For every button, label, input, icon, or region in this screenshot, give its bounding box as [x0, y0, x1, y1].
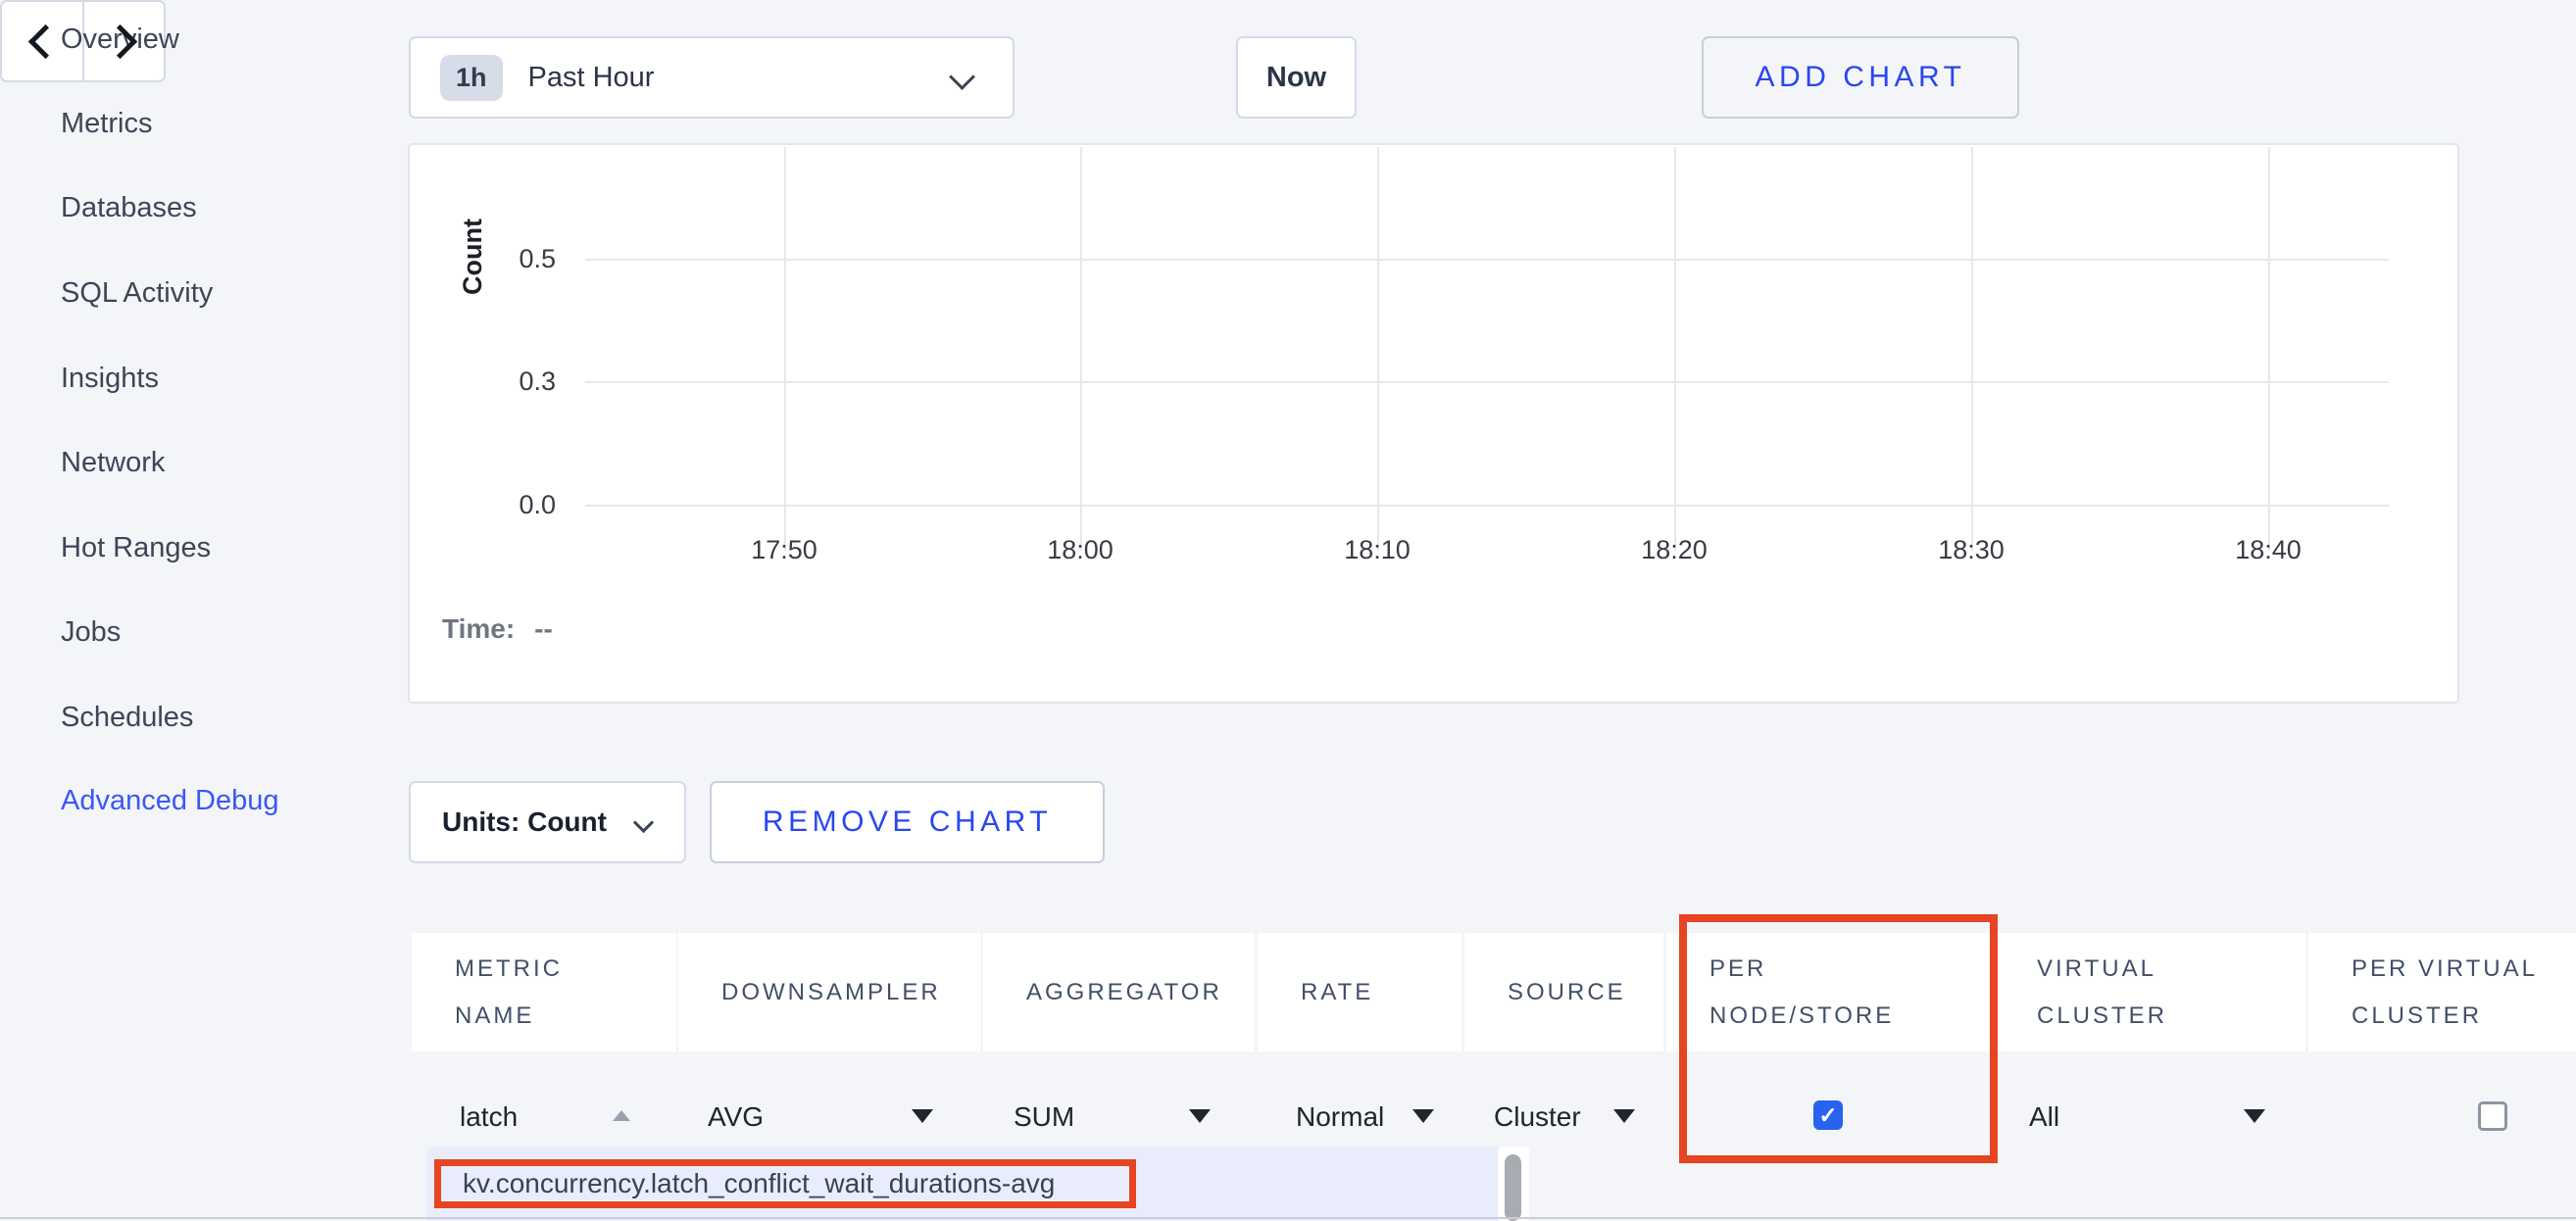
gridline-vertical [1971, 147, 1973, 551]
aggregator-select[interactable]: SUM [1014, 1101, 1074, 1133]
column-header-downsampler: DOWNSAMPLER [678, 933, 980, 1051]
sidebar-item-insights[interactable]: Insights [61, 361, 159, 396]
x-axis-tick: 18:30 [1903, 535, 2040, 564]
rate-select[interactable]: Normal [1296, 1101, 1384, 1133]
column-header-aggregator: AGGREGATOR [983, 933, 1255, 1051]
chevron-down-icon [633, 812, 654, 833]
chart-panel: Count 0.5 0.3 0.0 17:50 18:00 18:10 18:2… [408, 143, 2459, 704]
gridline-vertical [1674, 147, 1676, 551]
x-axis-tick: 18:00 [1012, 535, 1149, 564]
now-button[interactable]: Now [1236, 36, 1357, 119]
column-header-label: METRIC NAME [455, 946, 621, 1040]
source-select[interactable]: Cluster [1494, 1101, 1581, 1133]
units-selector[interactable]: Units: Count [409, 781, 686, 863]
sidebar-item-network[interactable]: Network [61, 445, 165, 480]
gridline-horizontal [585, 259, 2389, 261]
column-header-per-virtual-cluster: PER VIRTUAL CLUSTER [2308, 933, 2576, 1051]
annotation-box-suggestion [434, 1159, 1136, 1208]
x-axis-tick: 17:50 [716, 535, 853, 564]
sidebar-item-advanced-debug[interactable]: Advanced Debug [61, 783, 279, 818]
time-range-label: Past Hour [528, 62, 655, 94]
sidebar-item-schedules[interactable]: Schedules [61, 700, 193, 735]
sidebar-item-hot-ranges[interactable]: Hot Ranges [61, 530, 211, 565]
x-axis-tick: 18:20 [1606, 535, 1743, 564]
time-range-selector[interactable]: 1h Past Hour [409, 36, 1015, 119]
sidebar-item-sql-activity[interactable]: SQL Activity [61, 275, 213, 311]
column-header-label: RATE [1301, 969, 1373, 1016]
chevron-down-icon [949, 64, 975, 90]
add-chart-button[interactable]: ADD CHART [1702, 36, 2019, 119]
chart-hover-time-value: -- [534, 613, 553, 644]
column-header-label: AGGREGATOR [1026, 969, 1222, 1016]
metric-name-input[interactable]: latch [460, 1101, 518, 1133]
gridline-horizontal [585, 381, 2389, 383]
chart-hover-time-label: Time: [442, 613, 515, 644]
column-header-metric-name: METRIC NAME [412, 933, 676, 1051]
triangle-up-icon[interactable] [613, 1110, 630, 1121]
gridline-vertical [784, 147, 786, 551]
gridline-vertical [2268, 147, 2270, 551]
sidebar-item-databases[interactable]: Databases [61, 190, 197, 225]
triangle-down-icon[interactable] [1189, 1109, 1211, 1123]
custom-chart-page: Overview Metrics Databases SQL Activity … [0, 0, 2576, 1221]
time-range-badge: 1h [440, 55, 503, 101]
column-header-label: DOWNSAMPLER [721, 969, 941, 1016]
y-axis-tick: 0.3 [428, 366, 556, 396]
sidebar-item-metrics[interactable]: Metrics [61, 106, 152, 141]
triangle-down-icon[interactable] [1613, 1109, 1635, 1123]
column-header-label: SOURCE [1508, 969, 1626, 1016]
triangle-down-icon[interactable] [2244, 1109, 2265, 1123]
column-header-label: VIRTUAL CLUSTER [2037, 946, 2262, 1040]
gridline-horizontal [585, 505, 2389, 507]
units-selector-label: Units: Count [442, 806, 607, 838]
x-axis-tick: 18:10 [1309, 535, 1446, 564]
dropdown-scrollbar-thumb[interactable] [1505, 1154, 1521, 1221]
column-header-virtual-cluster: VIRTUAL CLUSTER [1994, 933, 2305, 1051]
triangle-down-icon[interactable] [912, 1109, 933, 1123]
column-header-source: SOURCE [1464, 933, 1663, 1051]
column-header-label: PER VIRTUAL CLUSTER [2352, 946, 2576, 1040]
sidebar-item-jobs[interactable]: Jobs [61, 614, 121, 650]
x-axis-tick: 18:40 [2200, 535, 2337, 564]
gridline-vertical [1080, 147, 1082, 551]
y-axis-tick: 0.5 [428, 244, 556, 273]
column-header-rate: RATE [1258, 933, 1461, 1051]
gridline-vertical [1377, 147, 1379, 551]
chart-hover-time: Time: -- [442, 613, 553, 645]
y-axis-tick: 0.0 [428, 490, 556, 519]
remove-chart-button[interactable]: REMOVE CHART [710, 781, 1105, 863]
chevron-left-icon [28, 24, 63, 58]
triangle-down-icon[interactable] [1412, 1109, 1434, 1123]
virtual-cluster-select[interactable]: All [2029, 1101, 2059, 1133]
window-bottom-border [0, 1217, 2576, 1219]
downsampler-select[interactable]: AVG [708, 1101, 764, 1133]
per-virtual-cluster-checkbox[interactable] [2478, 1101, 2507, 1131]
annotation-box-per-node-store [1679, 914, 1998, 1163]
dropdown-scrollbar[interactable] [1498, 1147, 1529, 1221]
